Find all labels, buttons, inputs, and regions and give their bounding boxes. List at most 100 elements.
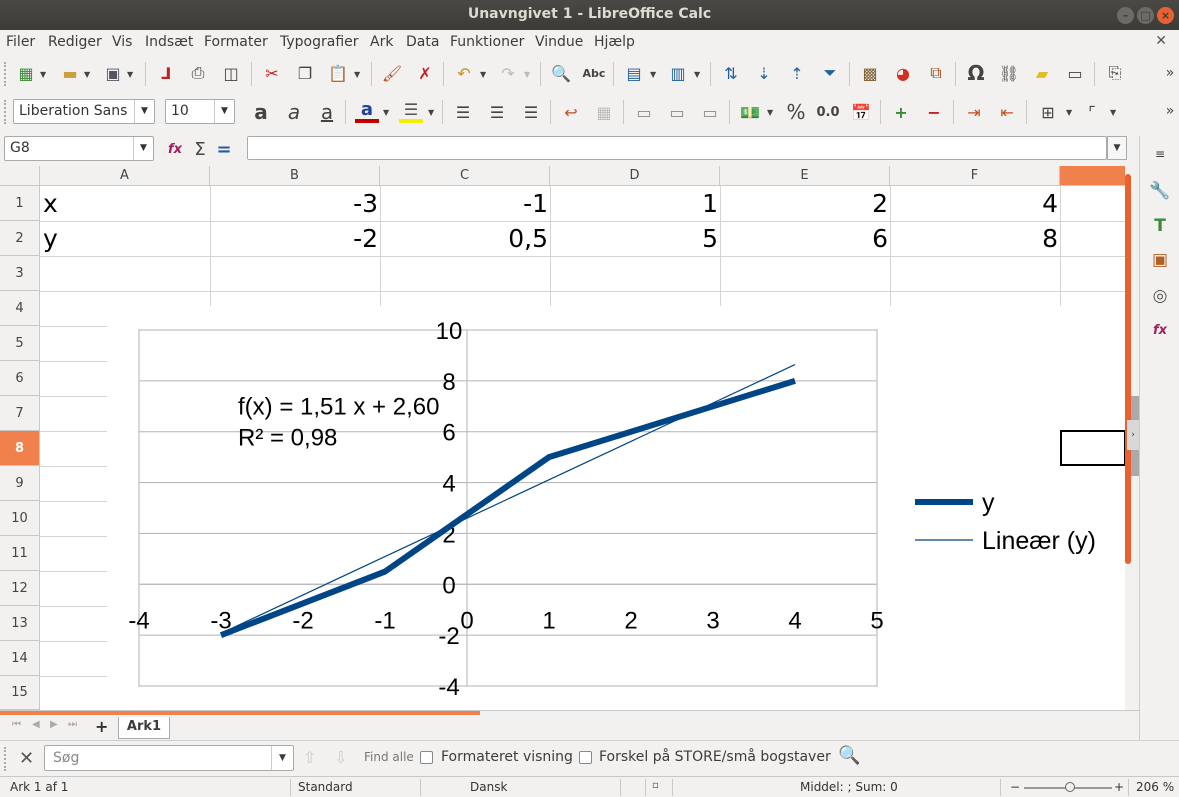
col-header-a[interactable]: A (40, 166, 210, 186)
spreadsheet-grid[interactable]: A B C D E F 1 2 3 4 5 6 7 8 9 10 11 12 1… (0, 166, 1125, 710)
delete-decimal-icon[interactable]: − (922, 100, 946, 124)
close-window-button[interactable]: × (1157, 7, 1174, 24)
decrease-indent-icon[interactable]: ⇤ (995, 100, 1019, 124)
close-document-icon[interactable]: ✕ (1155, 33, 1167, 49)
add-decimal-icon[interactable]: + (889, 100, 913, 124)
undo-icon[interactable]: ↶ (452, 61, 476, 85)
next-sheet-icon[interactable]: ▶ (50, 719, 58, 730)
last-sheet-icon[interactable]: ⏭ (68, 719, 77, 730)
menu-vis[interactable]: Vis (112, 34, 132, 50)
define-print-area-icon[interactable]: ⎘ (1103, 61, 1127, 85)
column-icon[interactable]: ▥ (666, 61, 690, 85)
overflow-icon[interactable]: » (1158, 61, 1179, 85)
find-replace-dialog-icon[interactable]: 🔍 (838, 745, 860, 766)
sheet-tab-ark1[interactable]: Ark1 (118, 717, 170, 739)
date-format-icon[interactable]: 📅 (849, 100, 873, 124)
row-header-6[interactable]: 6 (0, 361, 40, 396)
italic-icon[interactable]: a (282, 100, 306, 124)
font-color-icon[interactable]: a (355, 99, 379, 123)
spellcheck-icon[interactable]: Abc (582, 61, 606, 85)
find-next-icon[interactable]: ⇩ (334, 748, 347, 767)
copy-icon[interactable]: ❐ (293, 61, 317, 85)
align-center-icon[interactable]: ☰ (485, 100, 509, 124)
cell-f2[interactable]: 8 (890, 221, 1058, 256)
menu-rediger[interactable]: Rediger (48, 34, 102, 50)
chevron-down-icon[interactable]: ▼ (1066, 108, 1072, 117)
selection-summary[interactable]: Middel: ; Sum: 0 (800, 780, 898, 794)
cell-a1[interactable]: x (43, 186, 203, 221)
center-vertically-icon[interactable]: ▭ (665, 100, 689, 124)
match-case-checkbox[interactable] (579, 751, 592, 764)
chevron-down-icon[interactable]: ▼ (767, 108, 773, 117)
horizontal-scroll-thumb[interactable] (0, 711, 480, 715)
row-header-1[interactable]: 1 (0, 186, 40, 221)
overflow-icon[interactable]: » (1158, 99, 1179, 123)
cell-b1[interactable]: -3 (210, 186, 378, 221)
font-name-combo[interactable]: Liberation Sans ▼ (13, 99, 155, 124)
styles-icon[interactable]: T (1148, 214, 1172, 238)
zoom-out-icon[interactable]: − (1010, 780, 1020, 794)
special-character-icon[interactable]: Ω (964, 61, 988, 85)
print-icon[interactable]: ⎙ (186, 61, 210, 85)
search-field[interactable]: Søg ▼ (44, 745, 294, 771)
chevron-down-icon[interactable]: ▼ (383, 108, 389, 117)
merge-cells-icon[interactable]: ▦ (592, 100, 616, 124)
sort-icon[interactable]: ⇅ (719, 61, 743, 85)
cell-f1[interactable]: 4 (890, 186, 1058, 221)
underline-icon[interactable]: a (315, 100, 339, 124)
menu-typografier[interactable]: Typografier (280, 34, 359, 50)
col-header-d[interactable]: D (550, 166, 720, 186)
align-bottom-icon[interactable]: ▭ (698, 100, 722, 124)
find-replace-icon[interactable]: 🔍 (549, 61, 573, 85)
clone-formatting-icon[interactable]: 🖌 (380, 61, 404, 85)
pivot-table-icon[interactable]: ⧉ (924, 61, 948, 85)
sum-icon[interactable]: Σ (188, 137, 212, 161)
formula-icon[interactable]: = (212, 137, 236, 161)
cell-d2[interactable]: 5 (550, 221, 718, 256)
select-all-corner[interactable] (0, 166, 40, 186)
chevron-down-icon[interactable]: ▼ (134, 100, 154, 123)
comment-icon[interactable]: ▰ (1030, 61, 1054, 85)
row-header-2[interactable]: 2 (0, 221, 40, 256)
chevron-down-icon[interactable]: ▼ (133, 137, 153, 160)
toolbar-handle[interactable] (4, 100, 7, 124)
formatted-display-checkbox[interactable] (420, 751, 433, 764)
menu-filer[interactable]: Filer (6, 34, 35, 50)
chevron-down-icon[interactable]: ▼ (84, 70, 90, 79)
chevron-down-icon[interactable]: ▼ (428, 108, 434, 117)
cut-icon[interactable]: ✂ (260, 61, 284, 85)
align-top-icon[interactable]: ▭ (632, 100, 656, 124)
align-right-icon[interactable]: ☰ (519, 100, 543, 124)
row-header-12[interactable]: 12 (0, 571, 40, 606)
col-header-b[interactable]: B (210, 166, 380, 186)
selected-cell-g8[interactable] (1060, 430, 1125, 466)
chevron-down-icon[interactable]: ▼ (127, 70, 133, 79)
scroll-thumb[interactable] (1125, 174, 1131, 564)
menu-funktioner[interactable]: Funktioner (450, 34, 524, 50)
print-preview-icon[interactable]: ◫ (219, 61, 243, 85)
menu-formater[interactable]: Formater (204, 34, 268, 50)
chevron-down-icon[interactable]: ▼ (1110, 108, 1116, 117)
borders-icon[interactable]: ⊞ (1036, 100, 1060, 124)
previous-sheet-icon[interactable]: ◀ (32, 719, 40, 730)
insert-chart-icon[interactable]: ◕ (891, 61, 915, 85)
toolbar-handle[interactable] (4, 62, 7, 86)
close-find-bar-icon[interactable]: ✕ (19, 748, 34, 769)
add-sheet-icon[interactable]: + (95, 717, 108, 736)
properties-icon[interactable]: 🔧 (1148, 179, 1172, 203)
col-header-e[interactable]: E (720, 166, 890, 186)
zoom-slider-handle[interactable] (1065, 782, 1075, 792)
toolbar-handle[interactable] (4, 747, 7, 771)
cell-a2[interactable]: y (43, 221, 203, 256)
row-header-10[interactable]: 10 (0, 501, 40, 536)
new-document-icon[interactable]: ▦ (14, 61, 38, 85)
row-header-3[interactable]: 3 (0, 256, 40, 291)
percent-format-icon[interactable]: % (784, 100, 808, 124)
paste-icon[interactable]: 📋 (326, 61, 350, 85)
chevron-down-icon[interactable]: ▼ (354, 70, 360, 79)
sort-ascending-icon[interactable]: ⇡ (785, 61, 809, 85)
open-folder-icon[interactable]: ▬ (58, 61, 82, 85)
first-sheet-icon[interactable]: ⏮ (12, 719, 21, 730)
menu-data[interactable]: Data (406, 34, 439, 50)
row-header-15[interactable]: 15 (0, 676, 40, 710)
